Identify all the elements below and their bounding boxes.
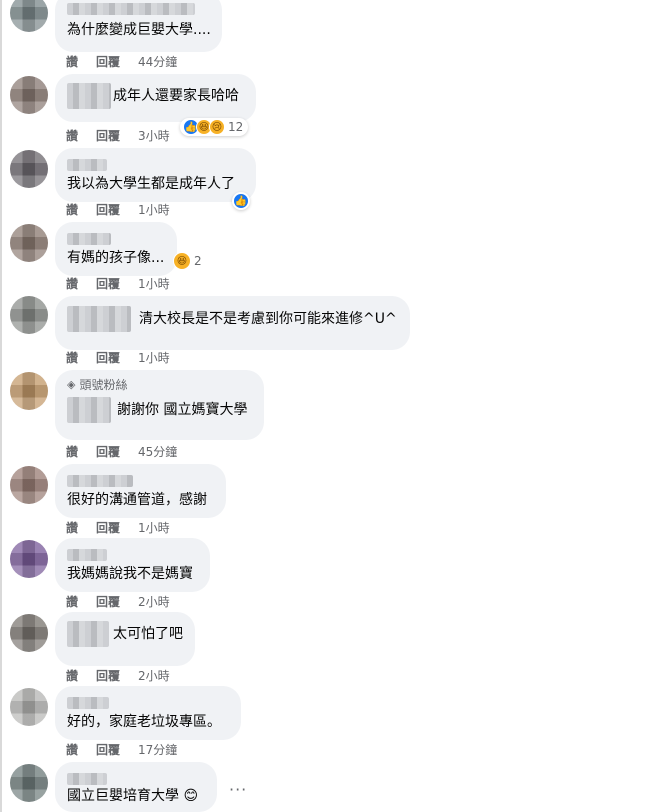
commenter-name[interactable] — [67, 158, 107, 171]
comment-bubble: 有媽的孩子像... — [55, 222, 177, 276]
reaction-summary[interactable]: 👍 😆 😢 12 — [180, 118, 249, 136]
comment-actions: 讚 回覆 2小時 — [66, 594, 170, 610]
reply-link[interactable]: 回覆 — [96, 594, 120, 610]
avatar[interactable] — [10, 296, 48, 334]
comment-bubble: 好的，家庭老垃圾專區。 — [55, 686, 241, 740]
timestamp[interactable]: 1小時 — [138, 202, 170, 218]
reply-link[interactable]: 回覆 — [96, 742, 120, 758]
comment-text: 太可怕了吧 — [113, 626, 183, 642]
top-fan-badge[interactable]: ◈ 頭號粉絲 — [67, 377, 252, 393]
avatar[interactable] — [10, 224, 48, 262]
like-link[interactable]: 讚 — [66, 742, 78, 758]
avatar[interactable] — [10, 764, 48, 802]
comment-bubble: ◈ 頭號粉絲 謝謝你 國立媽寶大學 — [55, 370, 264, 440]
like-link[interactable]: 讚 — [66, 54, 78, 70]
reaction-summary[interactable]: 👍 — [232, 192, 250, 210]
comment-bubble: 我以為大學生都是成年人了 — [55, 148, 256, 202]
commenter-name[interactable] — [67, 696, 109, 709]
reply-link[interactable]: 回覆 — [96, 54, 120, 70]
timestamp[interactable]: 44分鐘 — [138, 54, 177, 70]
comment-actions: 讚 回覆 44分鐘 — [66, 54, 177, 70]
commenter-name[interactable] — [67, 306, 131, 332]
like-icon: 👍 — [233, 193, 249, 209]
commenter-name[interactable] — [67, 772, 107, 785]
avatar[interactable] — [10, 466, 48, 504]
comment-bubble: 為什麼變成巨嬰大學.... — [55, 0, 222, 52]
comment-actions: 讚 回覆 1小時 — [66, 202, 170, 218]
reply-link[interactable]: 回覆 — [96, 444, 120, 460]
timestamp[interactable]: 2小時 — [138, 668, 170, 684]
left-edge-divider — [0, 0, 2, 812]
comment-text: 為什麼變成巨嬰大學.... — [67, 22, 211, 38]
reaction-count: 2 — [194, 254, 202, 268]
reaction-count: 12 — [228, 120, 244, 134]
comment-bubble: 成年人還要家長哈哈 — [55, 74, 256, 122]
comment-actions: 讚 回覆 1小時 — [66, 350, 170, 366]
comment-text: 好的，家庭老垃圾專區。 — [67, 714, 221, 730]
like-link[interactable]: 讚 — [66, 594, 78, 610]
comment-text: 清大校長是不是考慮到你可能來進修^U^ — [139, 311, 397, 327]
commenter-name[interactable] — [67, 2, 195, 15]
comment-actions: 讚 回覆 3小時 — [66, 128, 170, 144]
comment-text: 有媽的孩子像... — [67, 250, 165, 266]
reply-link[interactable]: 回覆 — [96, 202, 120, 218]
commenter-name[interactable] — [67, 474, 133, 487]
comment-bubble: 很好的溝通管道，感謝 — [55, 464, 226, 518]
comment-bubble: 太可怕了吧 — [55, 612, 195, 666]
reply-link[interactable]: 回覆 — [96, 668, 120, 684]
like-link[interactable]: 讚 — [66, 444, 78, 460]
comment-text: 成年人還要家長哈哈 — [113, 88, 239, 104]
comment-bubble: 清大校長是不是考慮到你可能來進修^U^ — [55, 296, 410, 350]
avatar[interactable] — [10, 150, 48, 188]
timestamp[interactable]: 1小時 — [138, 350, 170, 366]
commenter-name[interactable] — [67, 621, 109, 647]
commenter-name[interactable] — [67, 548, 107, 561]
like-link[interactable]: 讚 — [66, 128, 78, 144]
more-options-icon[interactable]: ··· — [229, 780, 247, 799]
commenter-name[interactable] — [67, 83, 111, 109]
like-link[interactable]: 讚 — [66, 202, 78, 218]
reply-link[interactable]: 回覆 — [96, 350, 120, 366]
comment-text: 我媽媽說我不是媽寶 — [67, 566, 193, 582]
like-link[interactable]: 讚 — [66, 276, 78, 292]
reaction-summary[interactable]: 😆 2 — [170, 252, 207, 270]
timestamp[interactable]: 2小時 — [138, 594, 170, 610]
comment-actions: 讚 回覆 17分鐘 — [66, 742, 177, 758]
avatar[interactable] — [10, 0, 48, 32]
timestamp[interactable]: 17分鐘 — [138, 742, 177, 758]
reply-link[interactable]: 回覆 — [96, 520, 120, 536]
comment-text: 謝謝你 國立媽寶大學 — [117, 402, 248, 418]
avatar[interactable] — [10, 614, 48, 652]
commenter-name[interactable] — [67, 232, 111, 245]
diamond-icon: ◈ — [67, 378, 76, 391]
commenter-name[interactable] — [67, 397, 111, 423]
comment-actions: 讚 回覆 45分鐘 — [66, 444, 177, 460]
comment-actions: 讚 回覆 2小時 — [66, 668, 170, 684]
timestamp[interactable]: 3小時 — [138, 128, 170, 144]
badge-label: 頭號粉絲 — [79, 378, 128, 392]
comment-actions: 讚 回覆 1小時 — [66, 520, 170, 536]
comment-bubble: 國立巨嬰培育大學 😊 — [55, 762, 217, 812]
avatar[interactable] — [10, 372, 48, 410]
timestamp[interactable]: 1小時 — [138, 276, 170, 292]
timestamp[interactable]: 45分鐘 — [138, 444, 177, 460]
like-link[interactable]: 讚 — [66, 520, 78, 536]
timestamp[interactable]: 1小時 — [138, 520, 170, 536]
haha-icon: 😆 — [173, 252, 191, 270]
comment-text: 我以為大學生都是成年人了 — [67, 176, 235, 192]
comment-text: 很好的溝通管道，感謝 — [67, 492, 207, 508]
reply-link[interactable]: 回覆 — [96, 128, 120, 144]
reply-link[interactable]: 回覆 — [96, 276, 120, 292]
avatar[interactable] — [10, 540, 48, 578]
avatar[interactable] — [10, 76, 48, 114]
comment-text: 國立巨嬰培育大學 😊 — [67, 788, 199, 804]
comment-actions: 讚 回覆 1小時 — [66, 276, 170, 292]
comment-bubble: 我媽媽說我不是媽寶 — [55, 538, 210, 592]
like-link[interactable]: 讚 — [66, 350, 78, 366]
sad-icon: 😢 — [209, 119, 225, 135]
like-link[interactable]: 讚 — [66, 668, 78, 684]
avatar[interactable] — [10, 688, 48, 726]
